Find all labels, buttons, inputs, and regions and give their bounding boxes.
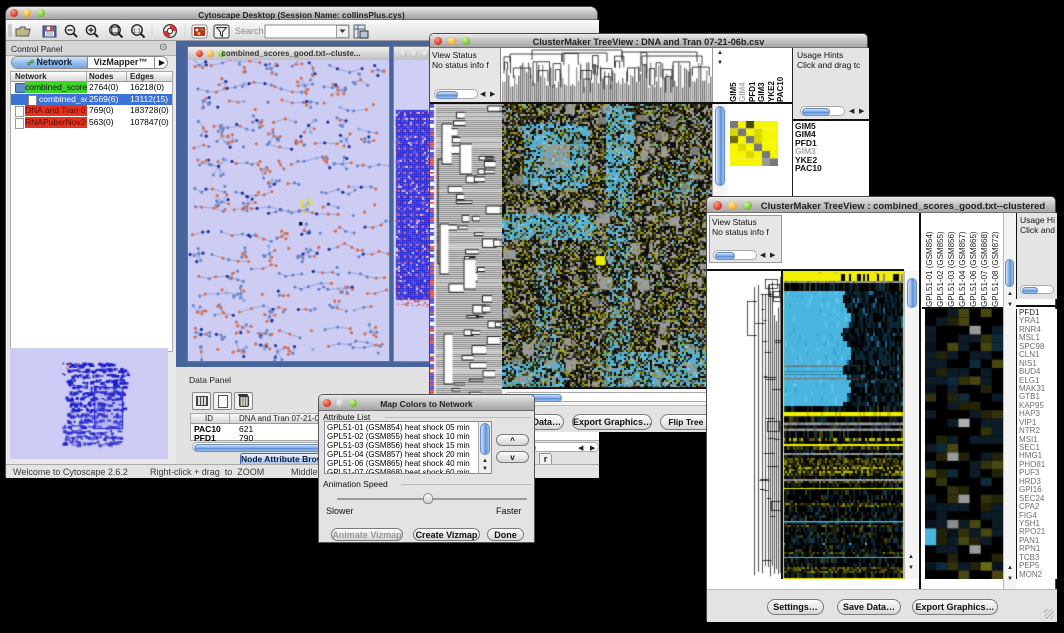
svg-text:Search:: Search:: [235, 26, 266, 36]
svg-text:1:1: 1:1: [133, 29, 141, 35]
